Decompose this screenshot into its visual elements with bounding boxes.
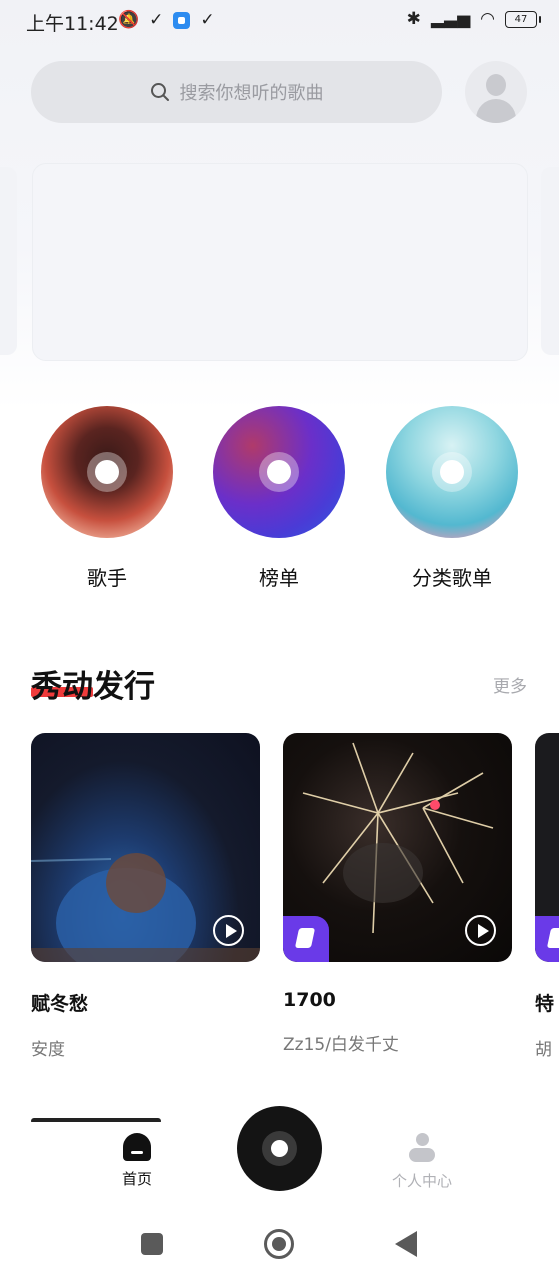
banner-prev-slide[interactable] bbox=[0, 167, 17, 355]
singer-disc-icon bbox=[41, 406, 173, 538]
search-placeholder: 搜索你想听的歌曲 bbox=[179, 83, 324, 104]
category-singer[interactable]: 歌手 bbox=[32, 406, 182, 591]
play-icon[interactable] bbox=[213, 915, 244, 946]
check-icon: ✓ bbox=[200, 10, 215, 30]
now-playing-disc-button[interactable] bbox=[237, 1106, 322, 1191]
status-time: 上午11:42 bbox=[26, 13, 119, 35]
category-disc-icon bbox=[386, 406, 518, 538]
release-title: 赋冬愁 bbox=[31, 993, 89, 1015]
home-nav-icon[interactable] bbox=[264, 1229, 294, 1259]
album-cover bbox=[283, 733, 512, 962]
search-bar[interactable]: 搜索你想听的歌曲 bbox=[31, 61, 442, 123]
album-cover bbox=[535, 733, 559, 962]
release-card-partial[interactable]: 特 胡 bbox=[535, 733, 559, 1060]
bluetooth-icon: ✱ bbox=[406, 9, 421, 29]
home-icon bbox=[123, 1133, 151, 1161]
user-avatar[interactable] bbox=[465, 61, 527, 123]
status-notification-icons: 🔕 ✓ ✓ bbox=[118, 10, 215, 30]
tab-profile[interactable]: 个人中心 bbox=[377, 1133, 467, 1191]
banner-carousel[interactable] bbox=[32, 163, 528, 361]
wifi-icon: ◠ bbox=[480, 9, 495, 29]
featured-badge-icon bbox=[535, 916, 559, 962]
app-notification-icon bbox=[173, 11, 191, 29]
category-chart[interactable]: 榜单 bbox=[204, 406, 354, 591]
release-artist: Zz15/白发千丈 bbox=[283, 1035, 399, 1055]
recents-icon[interactable] bbox=[141, 1233, 163, 1255]
release-card[interactable]: 赋冬愁 安度 bbox=[31, 733, 260, 1060]
status-system-icons: ✱ ▂▃▅ ◠ 47 bbox=[406, 9, 541, 29]
release-artist: 安度 bbox=[31, 1040, 65, 1060]
release-title: 1700 bbox=[283, 989, 336, 1011]
battery-icon: 47 bbox=[505, 10, 541, 28]
album-cover bbox=[31, 733, 260, 962]
featured-badge-icon bbox=[283, 916, 329, 962]
person-icon bbox=[407, 1133, 437, 1163]
play-icon[interactable] bbox=[465, 915, 496, 946]
status-bar: 上午11:42 🔕 ✓ ✓ ✱ ▂▃▅ ◠ 47 bbox=[0, 0, 559, 42]
tab-home[interactable]: 首页 bbox=[92, 1133, 182, 1189]
search-icon bbox=[150, 83, 169, 101]
release-card[interactable]: 1700 Zz15/白发千丈 bbox=[283, 733, 512, 1055]
section-title: 秀动发行 bbox=[31, 669, 155, 705]
chart-disc-icon bbox=[213, 406, 345, 538]
category-label: 分类歌单 bbox=[412, 566, 492, 590]
check-icon: ✓ bbox=[149, 10, 164, 30]
banner-next-slide[interactable] bbox=[541, 167, 559, 355]
avatar-person-icon bbox=[486, 74, 506, 96]
tab-home-label: 首页 bbox=[121, 1170, 152, 1188]
category-label: 榜单 bbox=[259, 566, 299, 590]
category-label: 歌手 bbox=[87, 566, 127, 590]
signal-icon: ▂▃▅ bbox=[430, 9, 471, 29]
back-icon[interactable] bbox=[395, 1231, 417, 1257]
more-link[interactable]: 更多 bbox=[493, 672, 527, 697]
release-title: 特 bbox=[535, 993, 555, 1015]
tab-profile-label: 个人中心 bbox=[391, 1172, 452, 1190]
mute-icon: 🔕 bbox=[118, 10, 140, 30]
release-artist: 胡 bbox=[535, 1040, 552, 1060]
category-playlist[interactable]: 分类歌单 bbox=[377, 406, 527, 591]
